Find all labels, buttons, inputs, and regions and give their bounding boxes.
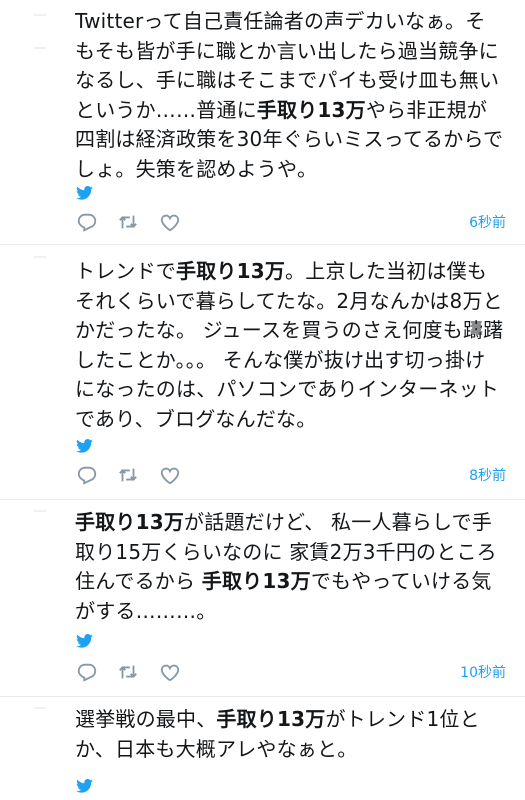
timestamp[interactable]: 6秒前 <box>469 212 506 232</box>
avatar <box>34 707 46 709</box>
tweet-text-segment: 。上京した当初は僕もそれくらいで暮らしてたな。2月なんかは8万とかだったな。 ジ… <box>75 259 504 431</box>
timestamp[interactable]: 10秒前 <box>460 662 506 682</box>
reply-icon[interactable] <box>76 211 98 233</box>
avatar <box>34 14 46 16</box>
highlighted-keyword: 手取り13万 <box>201 569 311 593</box>
retweet-icon[interactable] <box>117 211 139 233</box>
highlighted-keyword: 手取り13万 <box>256 97 366 122</box>
avatar <box>34 510 46 512</box>
twitter-bird-icon <box>76 779 93 793</box>
reply-icon[interactable] <box>76 464 98 486</box>
highlighted-keyword: 手取り13万 <box>176 259 286 283</box>
reply-icon[interactable] <box>76 661 98 683</box>
twitter-bird-icon <box>76 186 93 200</box>
tweet[interactable]: 選挙戦の最中、手取り13万がトレンド1位とか、日本も大概アレやなぁと。 <box>0 697 525 800</box>
tweet-text-segment: 選挙戦の最中、 <box>75 707 217 731</box>
tweet-text: トレンドで手取り13万。上京した当初は僕もそれくらいで暮らしてたな。2月なんかは… <box>75 257 505 434</box>
tweet-actions: 6秒前 <box>76 211 506 233</box>
tweet-text: 選挙戦の最中、手取り13万がトレンド1位とか、日本も大概アレやなぁと。 <box>75 705 505 764</box>
like-icon[interactable] <box>159 661 181 683</box>
tweet-actions: 8秒前 <box>76 464 506 486</box>
highlighted-keyword: 手取り13万 <box>216 707 326 731</box>
tweet-actions: 10秒前 <box>76 661 506 683</box>
tweet[interactable]: トレンドで手取り13万。上京した当初は僕もそれくらいで暮らしてたな。2月なんかは… <box>0 245 525 499</box>
like-icon[interactable] <box>159 211 181 233</box>
tweet[interactable]: 手取り13万が話題だけど、 私一人暮らしで手取り15万くらいなのに 家賃2万3千… <box>0 500 525 696</box>
twitter-bird-icon <box>76 634 93 648</box>
tweet-text: 手取り13万が話題だけど、 私一人暮らしで手取り15万くらいなのに 家賃2万3千… <box>75 508 505 626</box>
highlighted-keyword: 手取り13万 <box>75 510 185 534</box>
retweet-icon[interactable] <box>117 464 139 486</box>
tweet-text-segment: トレンドで <box>75 259 176 283</box>
avatar <box>34 256 46 258</box>
tweet-text: Twitterって自己責任論者の声デカいなぁ。そもそも皆が手に職とか言い出したら… <box>75 7 505 184</box>
timestamp[interactable]: 8秒前 <box>469 465 506 485</box>
like-icon[interactable] <box>159 464 181 486</box>
tweet[interactable]: Twitterって自己責任論者の声デカいなぁ。そもそも皆が手に職とか言い出したら… <box>0 0 525 244</box>
avatar <box>34 47 46 49</box>
twitter-bird-icon <box>76 439 93 453</box>
retweet-icon[interactable] <box>117 661 139 683</box>
